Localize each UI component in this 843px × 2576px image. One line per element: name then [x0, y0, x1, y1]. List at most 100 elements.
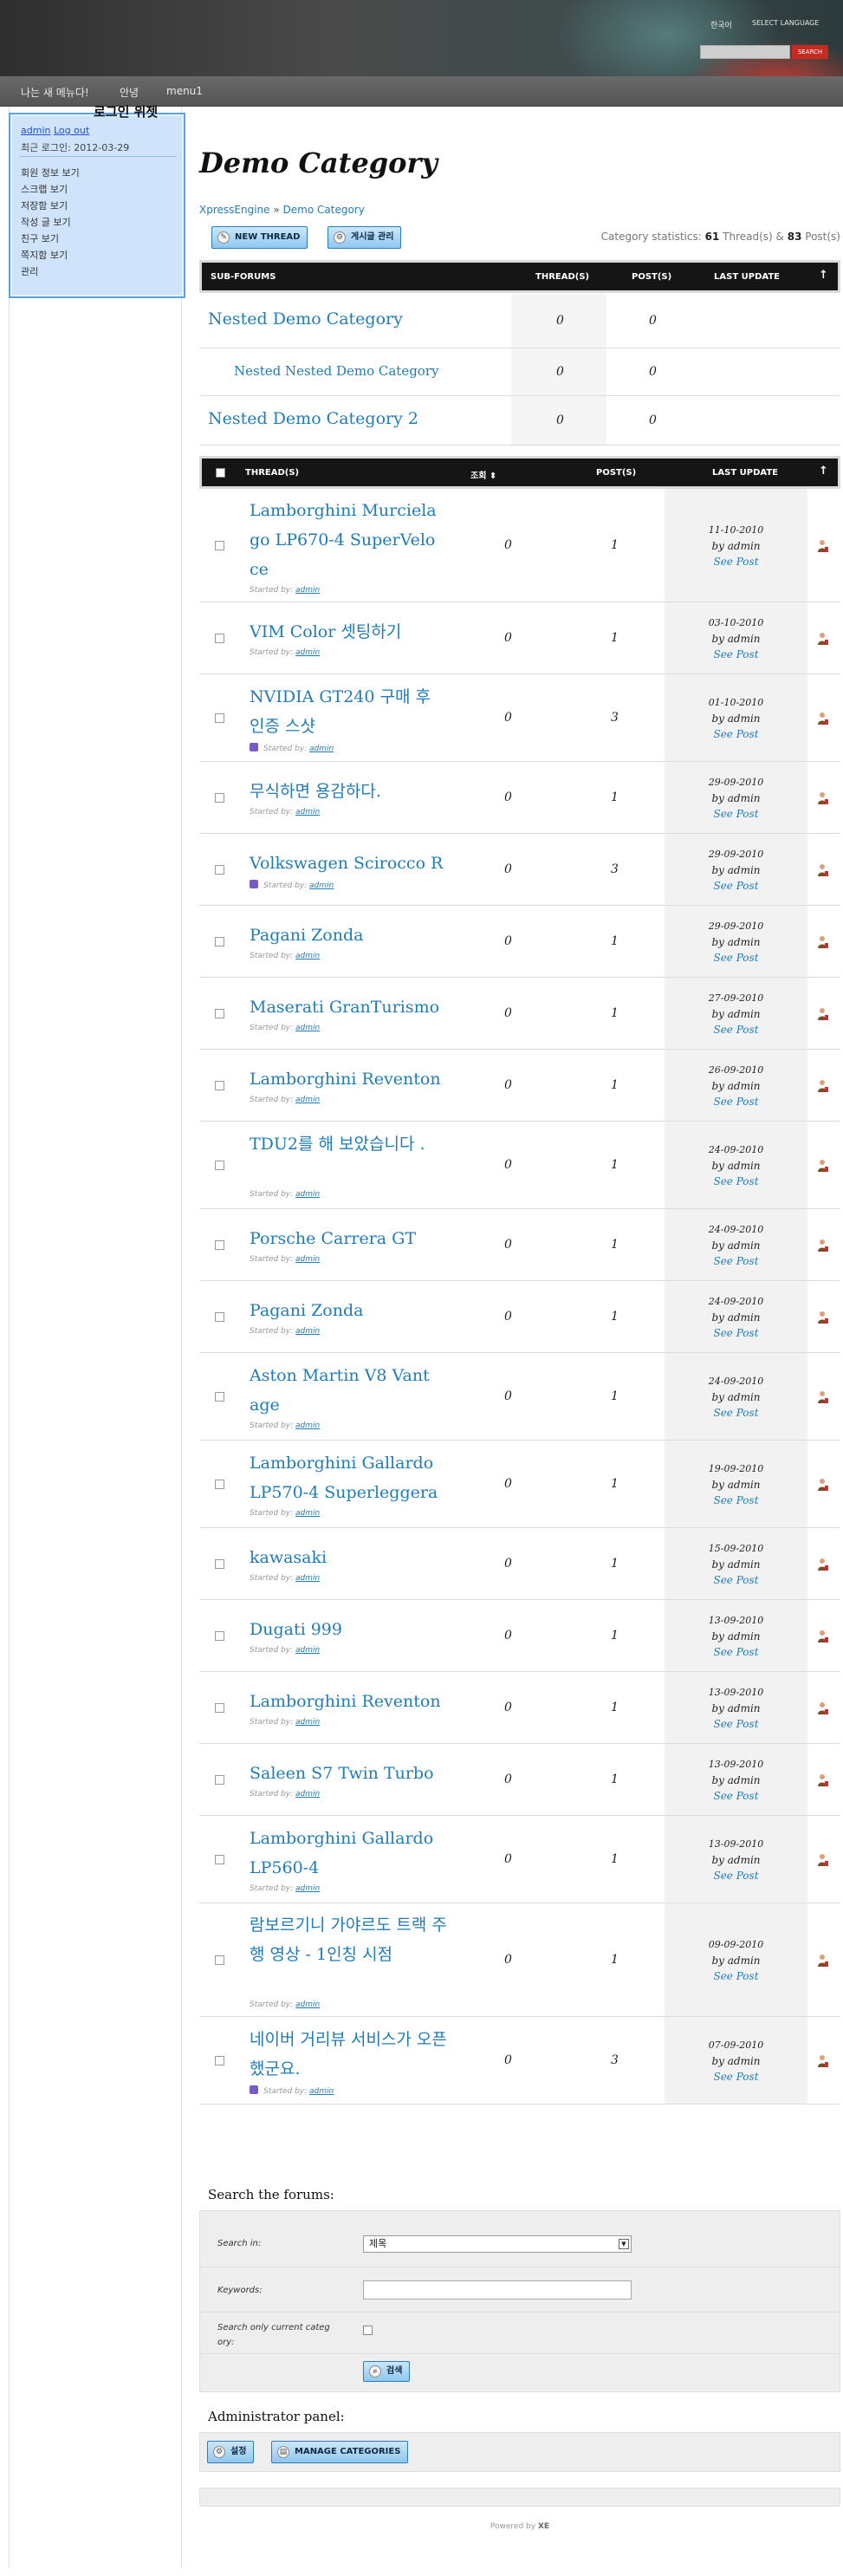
user-icon[interactable] [817, 1478, 829, 1492]
col-views[interactable]: 조회 ⬍ [470, 468, 496, 481]
thread-checkbox[interactable] [215, 792, 224, 803]
thread-checkbox[interactable] [215, 1854, 224, 1864]
author-link[interactable]: admin [295, 808, 320, 816]
see-post-link[interactable]: See Post [665, 1325, 807, 1341]
see-post-link[interactable]: See Post [665, 1405, 807, 1421]
nav-item-3[interactable]: menu1 [166, 85, 203, 97]
see-post-link[interactable]: See Post [665, 1253, 807, 1269]
user-icon[interactable] [817, 1630, 829, 1643]
user-icon[interactable] [817, 1007, 829, 1021]
author-link[interactable]: admin [295, 1421, 320, 1430]
author-link[interactable]: admin [295, 2000, 320, 2009]
thread-checkbox[interactable] [215, 1160, 224, 1170]
member-menu-item[interactable]: 작성 글 보기 [21, 214, 80, 231]
user-icon[interactable] [817, 539, 829, 553]
manage-posts-button[interactable]: ⚙ 게시글 관리 [327, 226, 402, 249]
user-icon[interactable] [817, 1239, 829, 1252]
thread-checkbox[interactable] [215, 1391, 224, 1402]
nav-item-2[interactable]: 안녕 [120, 85, 139, 100]
author-link[interactable]: admin [295, 1509, 320, 1518]
subforum-link[interactable]: Nested Demo Category [208, 309, 403, 329]
see-post-link[interactable]: See Post [665, 1022, 807, 1038]
user-icon[interactable] [817, 1079, 829, 1093]
thread-title-link[interactable]: Lamborghini Reventon [250, 1687, 449, 1716]
thread-title-link[interactable]: Lamborghini Reventon [250, 1064, 449, 1094]
author-link[interactable]: admin [295, 1096, 320, 1104]
user-icon[interactable] [817, 935, 829, 949]
user-icon[interactable] [817, 1773, 829, 1787]
author-link[interactable]: admin [295, 1574, 320, 1583]
thread-checkbox[interactable] [215, 712, 224, 723]
author-link[interactable]: admin [295, 1884, 320, 1893]
see-post-link[interactable]: See Post [665, 878, 807, 894]
subforum-link[interactable]: Nested Demo Category 2 [208, 409, 418, 428]
site-search-button[interactable]: SEARCH [792, 45, 828, 59]
author-link[interactable]: admin [295, 1327, 320, 1336]
site-search-input[interactable] [700, 45, 790, 59]
breadcrumb-current[interactable]: Demo Category [283, 204, 365, 216]
username-link[interactable]: admin [21, 125, 50, 136]
thread-title-link[interactable]: Pagani Zonda [250, 1296, 449, 1325]
breadcrumb-home[interactable]: XpressEngine [199, 204, 270, 216]
manage-categories-button[interactable]: ▤ MANAGE CATEGORIES [271, 2441, 409, 2463]
thread-checkbox[interactable] [215, 864, 224, 875]
see-post-link[interactable]: See Post [665, 647, 807, 662]
nav-item-1[interactable]: 나는 새 메뉴다! [21, 85, 89, 100]
user-icon[interactable] [817, 1558, 829, 1571]
thread-title-link[interactable]: Dugati 999 [250, 1615, 449, 1644]
see-post-link[interactable]: See Post [665, 554, 807, 569]
language-select[interactable]: SELECT LANGUAGE [752, 19, 819, 27]
author-link[interactable]: admin [295, 952, 320, 960]
user-icon[interactable] [817, 712, 829, 725]
author-link[interactable]: admin [295, 1190, 320, 1199]
author-link[interactable]: admin [309, 881, 334, 890]
new-thread-button[interactable]: ✎ NEW THREAD [211, 226, 308, 249]
thread-checkbox[interactable] [215, 1774, 224, 1785]
thread-checkbox[interactable] [215, 540, 224, 550]
thread-title-link[interactable]: Lamborghini Murciela go LP670-4 SuperVel… [250, 496, 449, 584]
user-icon[interactable] [817, 632, 829, 646]
user-icon[interactable] [817, 1853, 829, 1867]
thread-checkbox[interactable] [215, 1479, 224, 1489]
see-post-link[interactable]: See Post [665, 1868, 807, 1883]
thread-title-link[interactable]: 네이버 거리뷰 서비스가 오픈했군요. [250, 2025, 449, 2084]
only-current-checkbox[interactable] [363, 2326, 373, 2335]
thread-title-link[interactable]: Saleen S7 Twin Turbo [250, 1759, 449, 1788]
thread-title-link[interactable]: NVIDIA GT240 구매 후 인증 스샷 [250, 682, 449, 741]
arrow-up-icon[interactable]: ↑ [819, 269, 828, 282]
thread-title-link[interactable]: TDU2를 해 보았습니다 . [250, 1129, 449, 1159]
logout-link[interactable]: Log out [54, 125, 89, 136]
author-link[interactable]: admin [309, 745, 334, 753]
thread-title-link[interactable]: Volkswagen Scirocco R [250, 849, 449, 878]
author-link[interactable]: admin [295, 586, 320, 595]
thread-title-link[interactable]: Aston Martin V8 Vant age [250, 1361, 449, 1420]
see-post-link[interactable]: See Post [665, 1094, 807, 1109]
thread-checkbox[interactable] [215, 1558, 224, 1569]
see-post-link[interactable]: See Post [665, 806, 807, 822]
user-icon[interactable] [817, 1701, 829, 1715]
thread-checkbox[interactable] [215, 936, 224, 946]
see-post-link[interactable]: See Post [665, 1968, 807, 1984]
author-link[interactable]: admin [295, 1790, 320, 1799]
thread-checkbox[interactable] [215, 1239, 224, 1250]
select-all-checkbox[interactable] [216, 468, 225, 478]
user-icon[interactable] [817, 1311, 829, 1324]
thread-title-link[interactable]: kawasaki [250, 1543, 449, 1572]
see-post-link[interactable]: See Post [665, 950, 807, 966]
language-label[interactable]: 한국어 [710, 19, 732, 30]
member-menu-item[interactable]: 회원 정보 보기 [21, 165, 80, 181]
thread-checkbox[interactable] [215, 1630, 224, 1641]
settings-button[interactable]: ⚙ 설정 [207, 2441, 255, 2463]
thread-title-link[interactable]: Lamborghini Gallardo LP560-4 [250, 1824, 449, 1883]
thread-title-link[interactable]: Lamborghini Gallardo LP570-4 Superlegger… [250, 1448, 449, 1507]
user-icon[interactable] [817, 791, 829, 805]
thread-checkbox[interactable] [215, 2055, 224, 2065]
see-post-link[interactable]: See Post [665, 1572, 807, 1588]
user-icon[interactable] [817, 1390, 829, 1404]
see-post-link[interactable]: See Post [665, 1644, 807, 1660]
subforum-link[interactable]: Nested Nested Demo Category [234, 363, 438, 379]
search-in-select[interactable]: 제목 ▼ [363, 2235, 632, 2253]
author-link[interactable]: admin [309, 2087, 334, 2096]
thread-checkbox[interactable] [215, 1955, 224, 1965]
see-post-link[interactable]: See Post [665, 726, 807, 742]
